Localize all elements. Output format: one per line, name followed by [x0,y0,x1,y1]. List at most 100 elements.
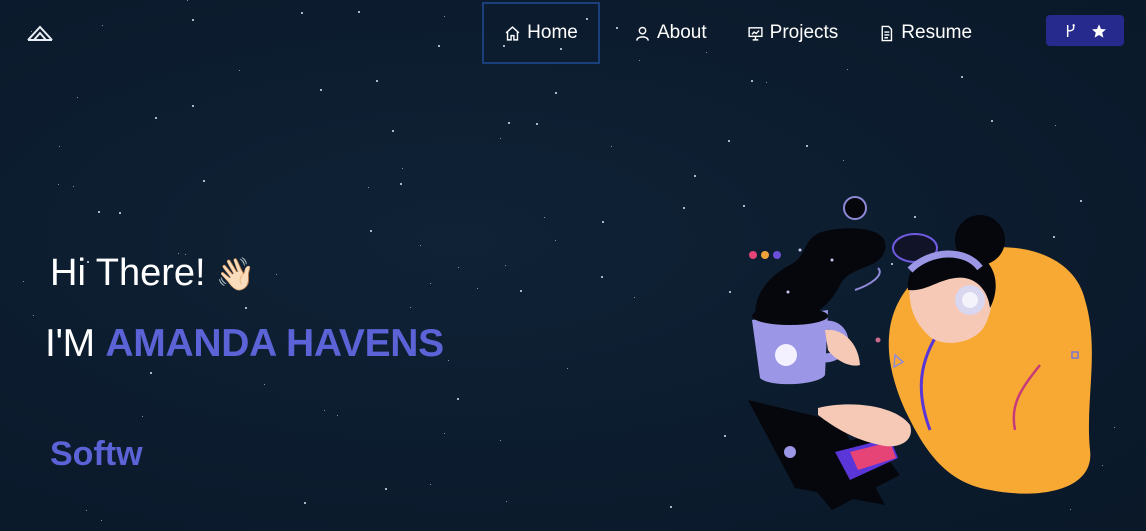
star-icon [1092,23,1106,38]
star-dot [203,180,205,182]
star-dot [601,276,603,278]
star-dot [400,183,402,185]
star-dot [23,281,24,282]
star-dot [324,410,325,411]
star-dot [843,160,844,161]
star-dot [320,89,322,91]
name-prefix: I'M [45,322,95,365]
star-dot [683,207,685,209]
star-dot [98,211,100,213]
star-dot [444,433,445,434]
nav-home[interactable]: Home [482,2,600,64]
document-icon [881,25,893,41]
hero-greeting: Hi There! 👋🏻 [50,252,255,295]
star-dot [847,69,848,70]
star-dot [402,168,403,169]
star-dot [101,520,102,521]
star-dot [506,501,507,502]
star-dot [264,384,265,385]
star-dot [536,123,538,125]
star-dot [376,80,378,82]
wave-emoji: 👋🏻 [215,255,256,292]
star-dot [58,184,59,185]
nav-about-label: About [657,22,707,43]
star-dot [457,398,459,400]
star-dot [724,435,726,437]
nav-resume[interactable]: Resume [864,2,986,64]
star-dot [505,265,506,266]
star-dot [192,19,194,21]
hero-illustration [748,196,1092,510]
star-dot [1055,125,1056,126]
star-dot [751,80,753,82]
star-dot [276,274,277,275]
star-dot [86,510,87,511]
star-dot [444,16,445,17]
github-fork-star-button[interactable] [1046,15,1124,46]
star-dot [500,138,501,139]
star-dot [370,230,372,232]
typed-role-text: Softw [50,435,143,473]
star-dot [420,245,421,246]
star-dot [301,12,303,14]
star-dot [728,140,730,142]
nav-home-label: Home [527,22,578,43]
logo-icon[interactable] [26,24,54,42]
star-dot [544,217,545,218]
star-dot [555,240,556,241]
home-icon [505,25,520,41]
greeting-text: Hi There! [50,252,206,294]
nav-projects-label: Projects [769,22,839,43]
star-dot [239,70,240,71]
star-dot [358,11,360,13]
star-dot [1114,427,1115,428]
presentation-icon [748,26,763,41]
star-dot [304,502,306,504]
star-dot [438,45,440,47]
star-dot [119,212,121,214]
user-icon [636,26,649,41]
star-dot [142,416,143,417]
star-dot [555,92,557,94]
star-dot [192,105,194,107]
nav-resume-label: Resume [901,22,973,43]
star-dot [187,0,188,1]
star-dot [500,440,501,441]
star-dot [806,145,808,147]
star-dot [477,288,478,289]
hero-name: AMANDA HAVENS [105,322,444,365]
star-dot [73,186,74,187]
star-dot [670,506,672,508]
star-dot [634,297,635,298]
nav-about[interactable]: About [620,2,721,64]
star-dot [430,283,431,284]
navbar: Home About Projects Resume [482,0,994,66]
star-dot [694,175,696,177]
star-dot [520,290,522,292]
star-dot [508,122,510,124]
star-dot [567,368,568,369]
hero-name-line: I'M AMANDA HAVENS [45,322,444,366]
nav-projects[interactable]: Projects [733,2,853,64]
star-dot [611,146,612,147]
git-fork-icon [1066,23,1075,37]
star-dot [155,117,157,119]
star-dot [77,97,78,98]
star-dot [392,130,394,132]
star-dot [150,372,152,374]
star-dot [59,146,60,147]
star-dot [385,488,387,490]
star-dot [766,82,767,83]
star-dot [602,221,604,223]
star-dot [337,415,338,416]
star-dot [961,76,963,78]
star-dot [368,187,369,188]
star-dot [245,307,247,309]
star-dot [448,360,449,361]
star-dot [458,267,459,268]
star-dot [102,25,103,26]
star-dot [410,307,411,308]
star-dot [729,291,731,293]
star-dot [33,315,34,316]
star-dot [430,484,431,485]
